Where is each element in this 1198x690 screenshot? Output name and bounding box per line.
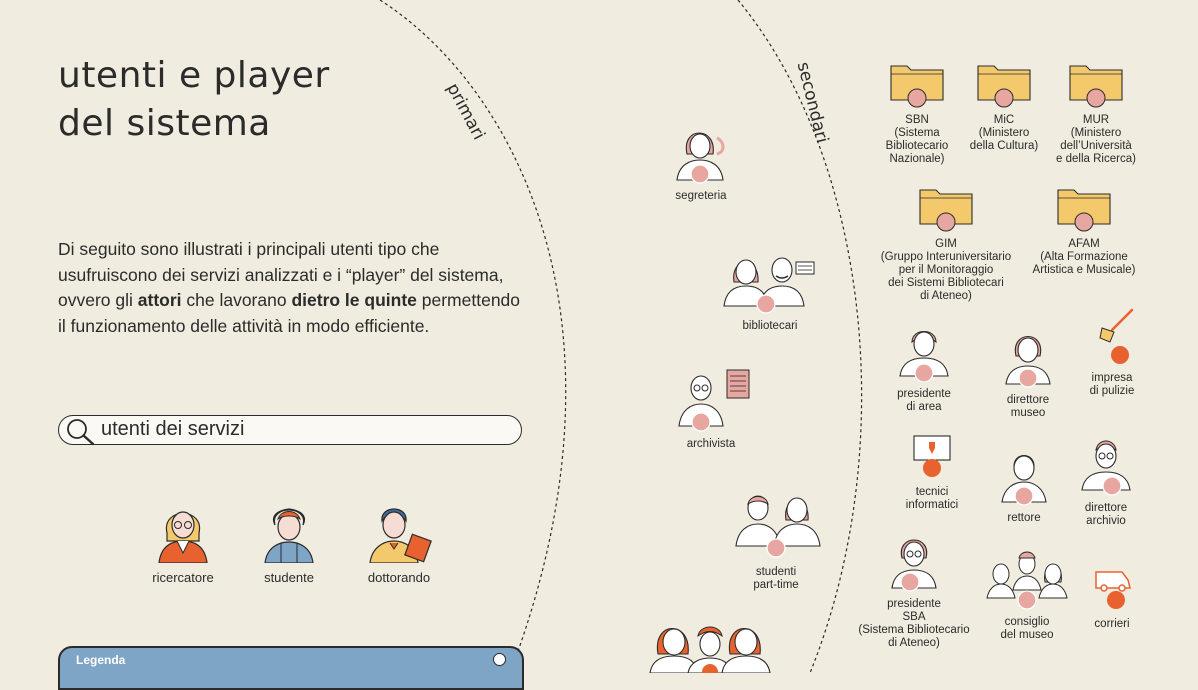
group-icon (649, 626, 771, 673)
intro-paragraph: Di seguito sono illustrati i principali … (58, 237, 528, 339)
actor-afam: AFAM (Alta Formazione Artistica e Musica… (1026, 184, 1142, 277)
legend-toggle-icon[interactable] (493, 653, 506, 666)
user-label: dottorando (367, 570, 431, 585)
part-time-students-icon (735, 495, 821, 558)
page-title: utenti e player del sistema (58, 52, 478, 148)
librarians-icon (723, 257, 815, 314)
user-dottorando: dottorando (356, 497, 442, 585)
archivist-icon (678, 369, 750, 432)
actor-label: GIM (Gruppo Interuniversitario per il Mo… (880, 238, 1012, 302)
actor-tecnici-informatici: tecnici informatici (892, 432, 972, 512)
actor-label: AFAM (Alta Formazione Artistica e Musica… (1032, 238, 1136, 276)
computer-icon (913, 435, 951, 477)
user-ricercatore: ricercatore (140, 497, 226, 585)
museum-council-icon (986, 551, 1068, 610)
phd-student-icon (369, 508, 432, 564)
users-search-bar[interactable]: utenti dei servizi (58, 415, 522, 446)
actor-sbn: SBN (Sistema Bibliotecario Nazionale) (872, 60, 962, 166)
actor-mur: MUR (Ministero dell’Università e della R… (1050, 60, 1142, 166)
actor-label: direttore archivio (1084, 502, 1128, 527)
actor-archivista: archivista (670, 366, 752, 451)
broom-icon (1099, 308, 1134, 364)
secretary-icon (676, 132, 725, 184)
actor-label: MiC (Ministero della Cultura) (969, 114, 1039, 152)
folder-icon (1069, 65, 1123, 108)
actor-impresa-pulizie: impresa di pulizie (1076, 306, 1148, 398)
actor-label: presidente di area (897, 388, 951, 413)
actor-label: presidente SBA (Sistema Bibliotecario di… (858, 598, 970, 649)
actor-corrieri: corrieri (1080, 564, 1144, 631)
actor-label: MUR (Ministero dell’Università e della R… (1056, 114, 1136, 165)
legend-panel[interactable]: Legenda (58, 646, 524, 690)
student-icon (264, 508, 314, 564)
president-icon (899, 331, 949, 383)
intro-text-2: che lavorano (181, 290, 292, 310)
actor-rettore: rettore (992, 446, 1056, 525)
archive-director-icon (1081, 440, 1131, 496)
actor-label: archivista (686, 438, 736, 450)
title-line-2: del sistema (58, 103, 271, 144)
researcher-icon (158, 511, 208, 564)
actor-direttore-archivio: direttore archivio (1070, 434, 1142, 528)
search-label: utenti dei servizi (101, 418, 245, 440)
actor-consiglio-museo: consiglio del museo (982, 548, 1072, 642)
actor-label: SBN (Sistema Bibliotecario Nazionale) (885, 114, 949, 165)
actor-segreteria: segreteria (660, 118, 742, 203)
intro-bold-1: attori (137, 290, 182, 310)
legend-title: Legenda (76, 653, 126, 667)
intro-bold-2: dietro le quinte (291, 290, 417, 310)
user-label: ricercatore (152, 570, 214, 585)
user-studente: studente (246, 497, 332, 585)
actor-direttore-museo: direttore museo (992, 326, 1064, 420)
actor-label: consiglio del museo (1000, 616, 1054, 641)
folder-icon (919, 189, 973, 232)
actor-label: bibliotecari (742, 320, 798, 332)
actor-gim: GIM (Gruppo Interuniversitario per il Mo… (872, 184, 1020, 303)
actor-label: tecnici informatici (905, 486, 959, 511)
actor-label: rettore (1007, 512, 1041, 524)
actor-label: segreteria (675, 190, 727, 202)
actor-presidente-sba: presidente SBA (Sistema Bibliotecario di… (852, 530, 976, 650)
museum-director-icon (1005, 335, 1051, 388)
actor-label: impresa di pulizie (1089, 372, 1135, 397)
actor-label: studenti part-time (753, 566, 799, 591)
folder-icon (1057, 189, 1111, 232)
title-line-1: utenti e player (58, 55, 330, 96)
actor-mic: MiC (Ministero della Cultura) (962, 60, 1046, 153)
folder-icon (977, 65, 1031, 108)
folder-icon (890, 65, 944, 108)
rector-icon (1001, 455, 1047, 506)
actor-label: corrieri (1094, 618, 1130, 630)
search-icon (67, 419, 95, 446)
actor-bibliotecari: bibliotecari (718, 248, 822, 333)
user-label: studente (264, 570, 314, 585)
actor-studenti-part-time: studenti part-time (726, 488, 826, 592)
actor-label: direttore museo (1006, 394, 1050, 419)
van-icon (1095, 571, 1131, 609)
sba-president-icon (891, 539, 937, 592)
actor-presidente-di-area: presidente di area (886, 320, 962, 414)
